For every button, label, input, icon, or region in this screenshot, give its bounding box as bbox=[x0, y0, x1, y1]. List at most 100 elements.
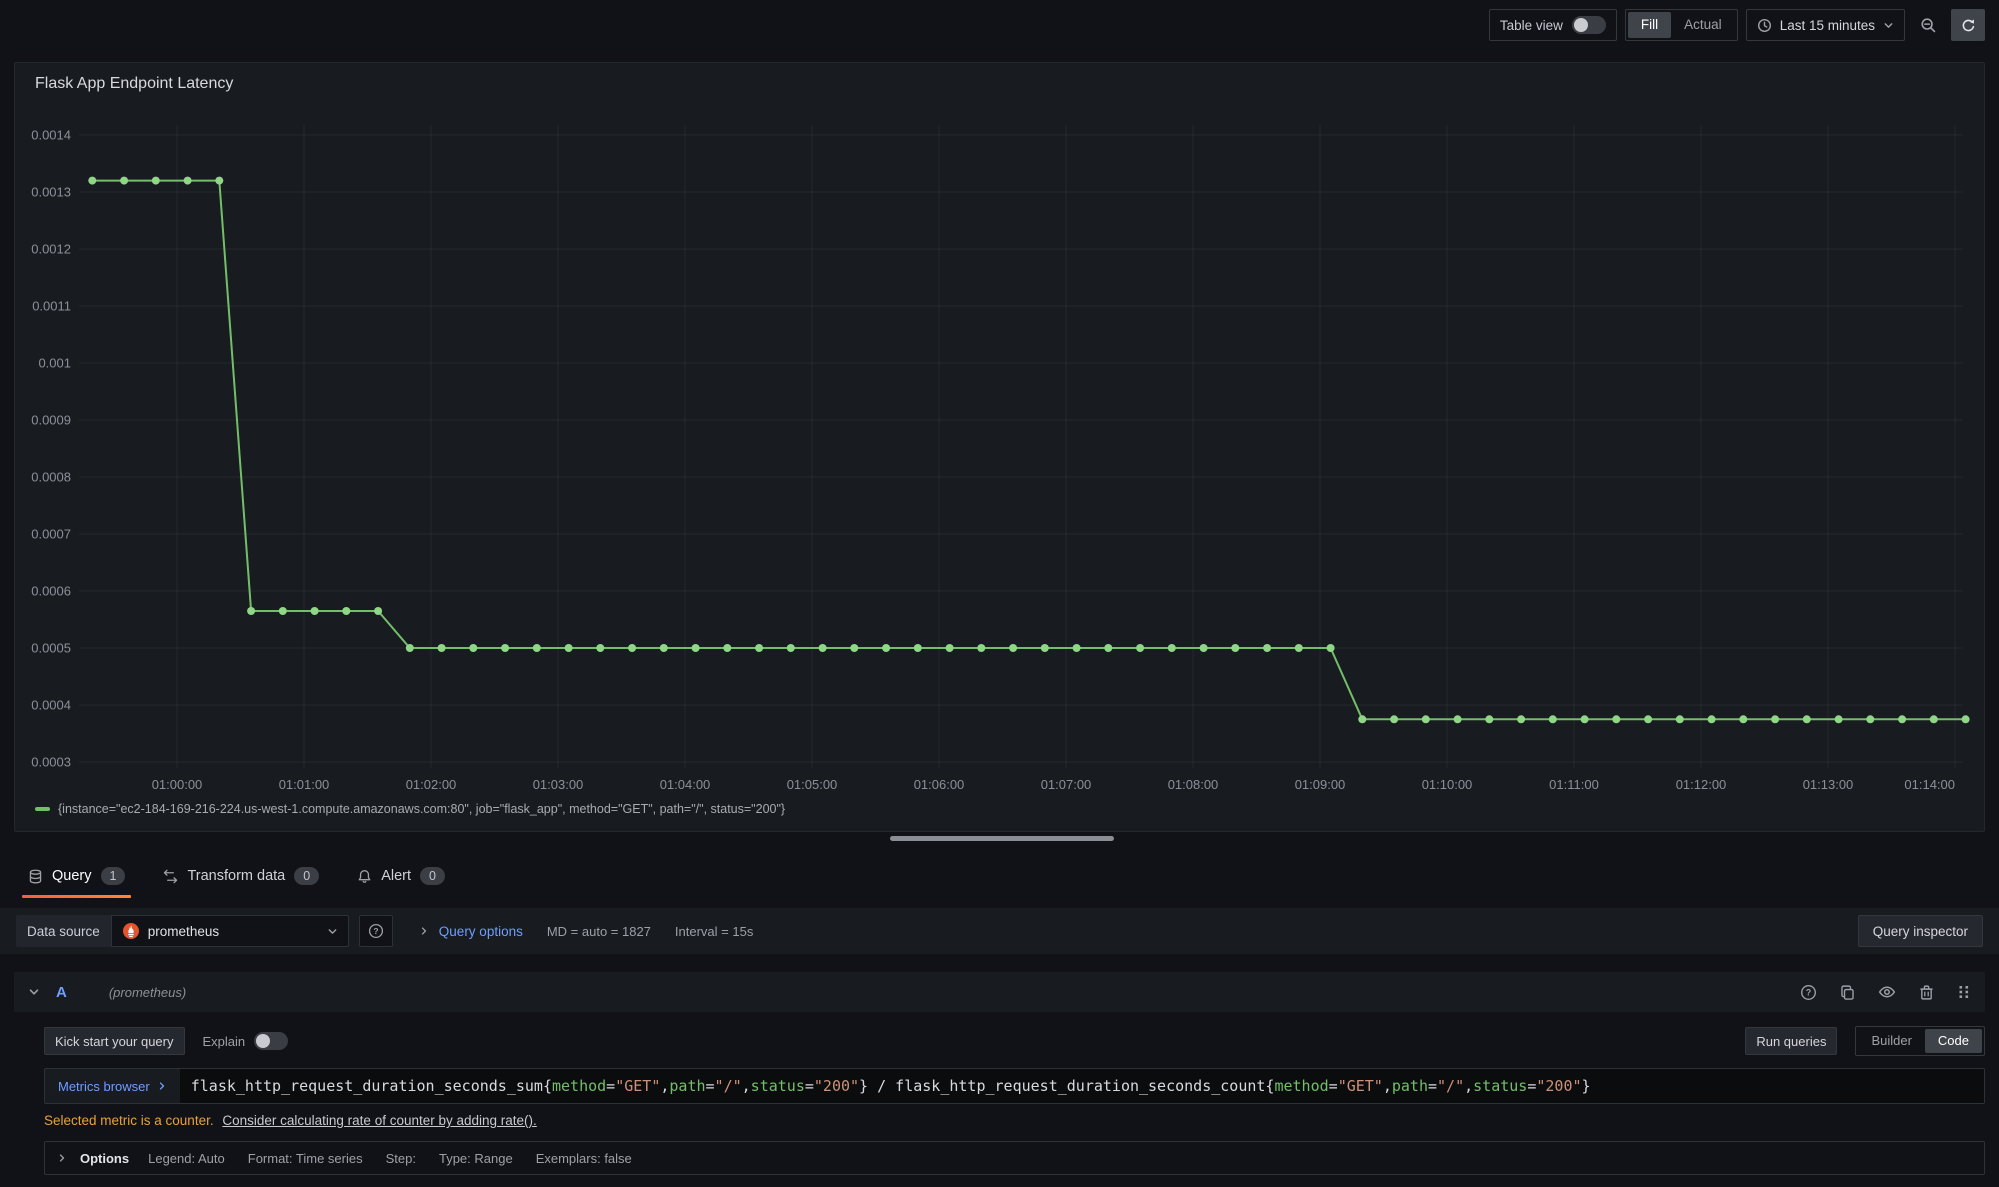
svg-text:?: ? bbox=[373, 926, 378, 936]
panel-edit-toolbar: Table view Fill Actual Last 15 minutes bbox=[1489, 8, 1985, 42]
query-token: = bbox=[1329, 1077, 1338, 1095]
series-point bbox=[469, 644, 477, 652]
tab-query[interactable]: Query 1 bbox=[22, 854, 131, 898]
query-options-collapsed[interactable]: Options Legend: Auto Format: Time series… bbox=[44, 1141, 1985, 1175]
query-token: method bbox=[1274, 1077, 1328, 1095]
builder-button[interactable]: Builder bbox=[1858, 1029, 1924, 1053]
series-point bbox=[1930, 715, 1938, 723]
query-options-toggle[interactable]: Query options bbox=[419, 924, 523, 939]
metrics-browser-toggle[interactable]: Metrics browser bbox=[45, 1069, 180, 1103]
tab-alert[interactable]: Alert 0 bbox=[351, 854, 451, 898]
query-token: flask_http_request_duration_seconds_sum{ bbox=[191, 1077, 552, 1095]
zoom-out-button[interactable] bbox=[1913, 9, 1943, 41]
series-point bbox=[628, 644, 636, 652]
series-point bbox=[152, 177, 160, 185]
y-tick-label: 0.0012 bbox=[31, 242, 71, 257]
chevron-right-icon bbox=[157, 1081, 167, 1091]
series-point bbox=[1104, 644, 1112, 652]
series-point bbox=[1009, 644, 1017, 652]
query-row-header[interactable]: A (prometheus) ? bbox=[14, 972, 1985, 1012]
series-point bbox=[1866, 715, 1874, 723]
series-point bbox=[279, 607, 287, 615]
query-token: "/" bbox=[715, 1077, 742, 1095]
series-point bbox=[1231, 644, 1239, 652]
latency-chart[interactable]: 0.00140.00130.00120.00110.0010.00090.000… bbox=[23, 97, 1978, 797]
query-token: "GET" bbox=[615, 1077, 660, 1095]
series-point bbox=[1168, 644, 1176, 652]
refresh-button[interactable] bbox=[1951, 9, 1985, 41]
chart-legend[interactable]: {instance="ec2-184-169-216-224.us-west-1… bbox=[35, 802, 1976, 816]
tab-query-count: 1 bbox=[101, 867, 126, 885]
x-tick-label: 01:07:00 bbox=[1041, 777, 1092, 792]
series-point bbox=[1136, 644, 1144, 652]
query-token: status bbox=[751, 1077, 805, 1095]
series-point bbox=[1200, 644, 1208, 652]
toggle-visibility-icon[interactable] bbox=[1878, 983, 1896, 1001]
explain-toggle[interactable] bbox=[254, 1032, 288, 1050]
y-tick-label: 0.0005 bbox=[31, 641, 71, 656]
y-tick-label: 0.0004 bbox=[31, 698, 71, 713]
query-help-icon[interactable]: ? bbox=[1800, 984, 1817, 1001]
series-point bbox=[215, 177, 223, 185]
series-point bbox=[1073, 644, 1081, 652]
code-button[interactable]: Code bbox=[1925, 1029, 1982, 1053]
query-token: } bbox=[1582, 1077, 1591, 1095]
delete-query-icon[interactable] bbox=[1918, 984, 1935, 1001]
query-token: "200" bbox=[1536, 1077, 1581, 1095]
warning-rate-link[interactable]: Consider calculating rate of counter by … bbox=[222, 1113, 536, 1128]
toggle-knob bbox=[256, 1034, 270, 1048]
kick-start-query-button[interactable]: Kick start your query bbox=[44, 1027, 185, 1055]
fill-button[interactable]: Fill bbox=[1628, 12, 1671, 38]
series-point bbox=[1422, 715, 1430, 723]
series-point bbox=[1327, 644, 1335, 652]
drag-handle-icon[interactable] bbox=[1957, 984, 1971, 1000]
tab-alert-label: Alert bbox=[381, 868, 411, 884]
series-point bbox=[342, 607, 350, 615]
series-point bbox=[946, 644, 954, 652]
collapse-chevron-icon[interactable] bbox=[28, 986, 40, 998]
series-point bbox=[501, 644, 509, 652]
datasource-picker[interactable]: prometheus bbox=[111, 915, 349, 947]
tab-transform-data[interactable]: Transform data 0 bbox=[157, 854, 325, 898]
x-tick-label: 01:01:00 bbox=[279, 777, 330, 792]
series-point bbox=[914, 644, 922, 652]
builder-code-segmented: Builder Code bbox=[1855, 1026, 1985, 1056]
option-legend: Legend: Auto bbox=[148, 1151, 225, 1166]
series-point bbox=[787, 644, 795, 652]
bell-icon bbox=[357, 869, 372, 884]
pane-resize-handle[interactable] bbox=[890, 836, 1114, 841]
run-queries-button[interactable]: Run queries bbox=[1745, 1027, 1837, 1055]
legend-series-label: {instance="ec2-184-169-216-224.us-west-1… bbox=[58, 802, 785, 816]
database-icon bbox=[28, 869, 43, 884]
series-point bbox=[596, 644, 604, 652]
time-range-picker[interactable]: Last 15 minutes bbox=[1746, 9, 1905, 41]
svg-text:?: ? bbox=[1806, 987, 1812, 997]
series-point bbox=[1358, 715, 1366, 723]
panel-title: Flask App Endpoint Latency bbox=[23, 63, 1976, 97]
query-token: , bbox=[1383, 1077, 1392, 1095]
series-point bbox=[1041, 644, 1049, 652]
series-point bbox=[1676, 715, 1684, 723]
series-point bbox=[819, 644, 827, 652]
series-point bbox=[565, 644, 573, 652]
table-view-toggle[interactable] bbox=[1572, 16, 1606, 34]
query-token: = bbox=[606, 1077, 615, 1095]
x-tick-label: 01:14:00 bbox=[1904, 777, 1955, 792]
query-inspector-button[interactable]: Query inspector bbox=[1858, 915, 1983, 947]
datasource-help-button[interactable]: ? bbox=[359, 915, 393, 947]
active-tab-indicator bbox=[22, 895, 131, 898]
promql-code-input[interactable]: flask_http_request_duration_seconds_sum{… bbox=[180, 1069, 1984, 1103]
x-tick-label: 01:02:00 bbox=[406, 777, 457, 792]
x-tick-label: 01:09:00 bbox=[1295, 777, 1346, 792]
duplicate-query-icon[interactable] bbox=[1839, 984, 1856, 1001]
series-point bbox=[1295, 644, 1303, 652]
query-token: = bbox=[1527, 1077, 1536, 1095]
tab-alert-count: 0 bbox=[420, 867, 445, 885]
series-point bbox=[882, 644, 890, 652]
series-point bbox=[247, 607, 255, 615]
chevron-down-icon bbox=[327, 926, 338, 937]
series-point bbox=[88, 177, 96, 185]
actual-button[interactable]: Actual bbox=[1671, 12, 1735, 38]
x-tick-label: 01:05:00 bbox=[787, 777, 838, 792]
series-point bbox=[1803, 715, 1811, 723]
